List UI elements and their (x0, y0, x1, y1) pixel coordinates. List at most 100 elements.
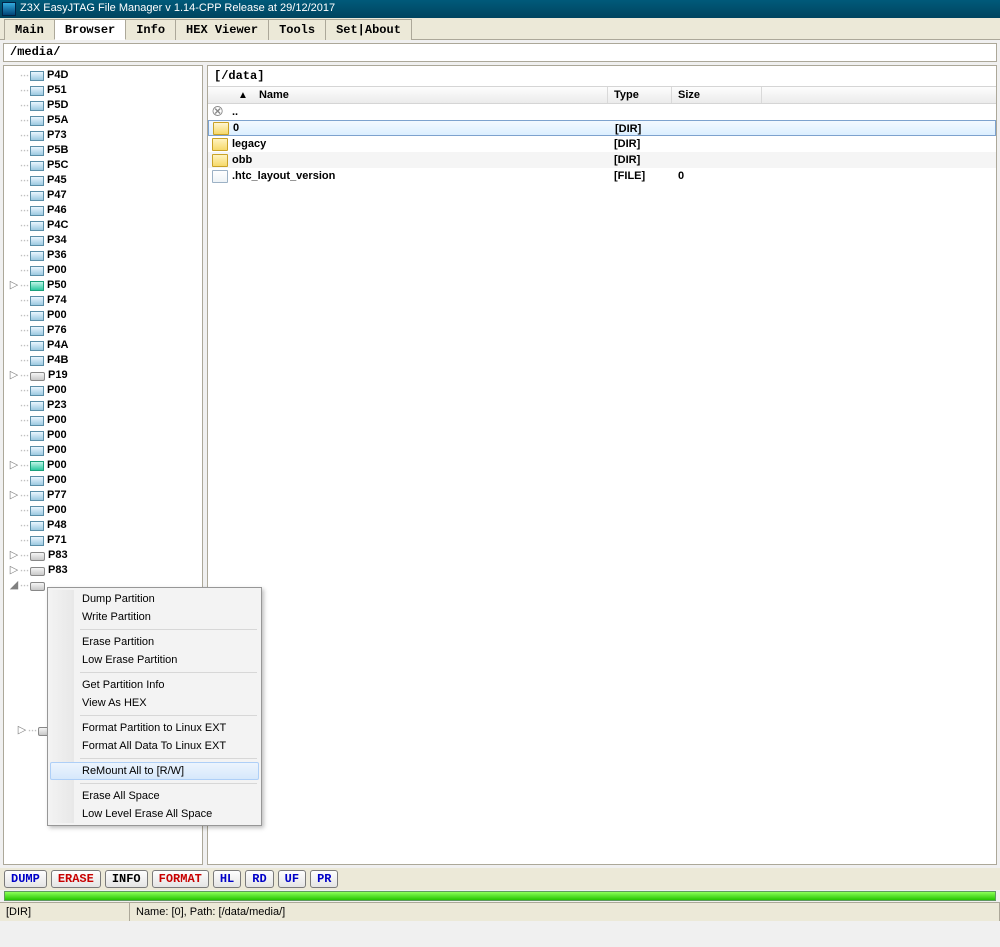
tree-node[interactable]: ⋯P23 (8, 398, 202, 413)
tree-node[interactable]: ⋯P00 (8, 383, 202, 398)
column-name[interactable]: ▲ Name (208, 87, 608, 103)
menu-item[interactable]: Low Erase Partition (50, 651, 259, 669)
chip-icon (30, 431, 44, 441)
column-type[interactable]: Type (608, 87, 672, 103)
tab-browser[interactable]: Browser (54, 19, 126, 40)
file-name: legacy (232, 136, 266, 152)
tree-node[interactable]: ⋯P00 (8, 413, 202, 428)
tree-node[interactable]: ⋯P47 (8, 188, 202, 203)
chip-icon (30, 521, 44, 531)
file-row[interactable]: .htc_layout_version[FILE]0 (208, 168, 996, 184)
file-row[interactable]: legacy[DIR] (208, 136, 996, 152)
tree-node[interactable]: ⋯P45 (8, 173, 202, 188)
tree-node[interactable]: ⋯P4C (8, 218, 202, 233)
tree-node[interactable]: ⋯P5C (8, 158, 202, 173)
file-row[interactable]: 0 [DIR] (208, 120, 996, 136)
chip-icon (30, 311, 44, 321)
tree-node[interactable]: ⋯P00 (8, 473, 202, 488)
pr-button[interactable]: PR (310, 870, 338, 888)
tree-node[interactable]: ⋯P51 (8, 83, 202, 98)
tree-expander-icon[interactable]: ◢ (8, 578, 20, 593)
menu-item[interactable]: ReMount All to [R/W] (50, 762, 259, 780)
uf-button[interactable]: UF (278, 870, 306, 888)
tree-node[interactable]: ⋯P48 (8, 518, 202, 533)
file-size (672, 152, 762, 168)
dump-button[interactable]: DUMP (4, 870, 47, 888)
tree-expander-icon[interactable]: ▷ (8, 488, 20, 503)
tree-node[interactable]: ⋯P00 (8, 443, 202, 458)
menu-item[interactable]: Erase Partition (50, 633, 259, 651)
tree-node[interactable]: ▷⋯P19 (8, 368, 202, 383)
tree-node[interactable]: ⋯P00 (8, 503, 202, 518)
file-name: 0 (233, 120, 239, 136)
tree-node[interactable]: ⋯P5B (8, 143, 202, 158)
tree-node-label: P00 (47, 383, 67, 398)
tab-hexviewer[interactable]: HEX Viewer (175, 19, 269, 40)
tree-node-label: P4B (47, 353, 68, 368)
tree-node[interactable]: ⋯P74 (8, 293, 202, 308)
menu-item[interactable]: Format All Data To Linux EXT (50, 737, 259, 755)
tab-tools[interactable]: Tools (268, 19, 326, 40)
tree-expander-icon[interactable]: ▷ (8, 458, 20, 473)
tree-node-label: P74 (47, 293, 67, 308)
tree-node[interactable]: ⋯P4A (8, 338, 202, 353)
hl-button[interactable]: HL (213, 870, 241, 888)
tree-node-label: P83 (48, 548, 68, 563)
tree-expander-icon[interactable]: ▷ (8, 278, 20, 293)
status-bar: [DIR] Name: [0], Path: [/data/media/] (0, 902, 1000, 921)
chip-icon (30, 491, 44, 501)
chip-icon (30, 401, 44, 411)
tree-node[interactable]: ⋯P76 (8, 323, 202, 338)
chip-icon (30, 191, 44, 201)
menu-separator (80, 629, 257, 630)
file-row-parent[interactable]: ⮿.. (208, 104, 996, 120)
tab-info[interactable]: Info (125, 19, 176, 40)
tree-node[interactable]: ⋯P00 (8, 308, 202, 323)
tree-node-label: P48 (47, 518, 67, 533)
tab-main[interactable]: Main (4, 19, 55, 40)
tree-expander-icon[interactable]: ▷ (8, 548, 20, 563)
tree-node[interactable]: ⋯P5D (8, 98, 202, 113)
tree-node[interactable]: ⋯P73 (8, 128, 202, 143)
chip-icon (30, 266, 44, 276)
tree-node[interactable]: ⋯P34 (8, 233, 202, 248)
tree-expander-icon[interactable]: ▷ (8, 563, 20, 578)
menu-item[interactable]: Erase All Space (50, 787, 259, 805)
tab-setabout[interactable]: Set|About (325, 19, 412, 40)
tree-node[interactable]: ▷⋯P00 (8, 458, 202, 473)
menu-item[interactable]: Format Partition to Linux EXT (50, 719, 259, 737)
menu-item[interactable]: Get Partition Info (50, 676, 259, 694)
chip-icon (30, 251, 44, 261)
menu-item[interactable]: Low Level Erase All Space (50, 805, 259, 823)
menu-separator (80, 783, 257, 784)
tree-node[interactable]: ⋯P00 (8, 428, 202, 443)
tree-node[interactable]: ⋯P46 (8, 203, 202, 218)
menu-item[interactable]: View As HEX (50, 694, 259, 712)
menu-item[interactable]: Write Partition (50, 608, 259, 626)
tree-node[interactable]: ⋯P4D (8, 68, 202, 83)
tree-node-label: P4A (47, 338, 68, 353)
format-button[interactable]: FORMAT (152, 870, 209, 888)
chip-icon (30, 146, 44, 156)
tree-node[interactable]: ⋯P5A (8, 113, 202, 128)
file-table-header: ▲ Name Type Size (208, 86, 996, 104)
tree-expander-icon[interactable]: ▷ (8, 368, 20, 383)
file-row[interactable]: obb[DIR] (208, 152, 996, 168)
tree-node[interactable]: ▷⋯P83 (8, 563, 202, 578)
rd-button[interactable]: RD (245, 870, 273, 888)
file-name: .. (232, 104, 238, 120)
tree-node[interactable]: ⋯P36 (8, 248, 202, 263)
tree-node-label: P00 (47, 473, 67, 488)
erase-button[interactable]: ERASE (51, 870, 101, 888)
tree-node[interactable]: ▷⋯P77 (8, 488, 202, 503)
file-type: [DIR] (609, 121, 673, 135)
tree-node[interactable]: ⋯P4B (8, 353, 202, 368)
tree-node[interactable]: ▷⋯P50 (8, 278, 202, 293)
column-size[interactable]: Size (672, 87, 762, 103)
tree-node[interactable]: ⋯P00 (8, 263, 202, 278)
info-button[interactable]: INFO (105, 870, 148, 888)
tree-node[interactable]: ▷⋯P83 (8, 548, 202, 563)
tree-node[interactable]: ⋯P71 (8, 533, 202, 548)
tree-expander-icon[interactable]: ▷ (16, 723, 28, 738)
menu-item[interactable]: Dump Partition (50, 590, 259, 608)
